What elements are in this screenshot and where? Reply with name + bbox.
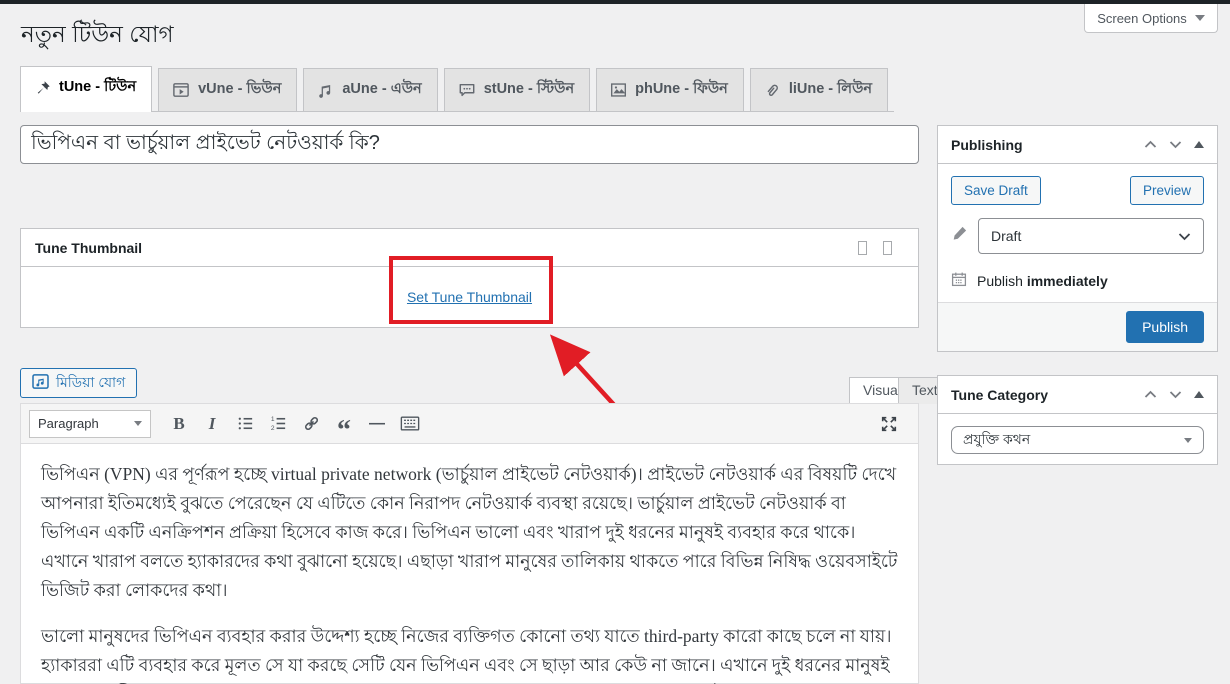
collapse-icon[interactable]: [1194, 391, 1204, 398]
link-button[interactable]: [296, 410, 326, 438]
publishing-footer: Publish: [938, 302, 1217, 351]
tab-liune[interactable]: liUne - লিউন: [749, 68, 889, 111]
editor-mode-tabs: Visual Text: [20, 377, 952, 404]
tune-category-panel: Tune Category প্রযুক্তি কথন: [937, 375, 1218, 465]
save-draft-button[interactable]: Save Draft: [951, 176, 1041, 205]
chevron-down-icon: [134, 421, 142, 426]
blockquote-button[interactable]: “: [329, 410, 359, 444]
publish-button[interactable]: Publish: [1126, 311, 1204, 343]
tab-aune[interactable]: aUne - এউন: [303, 68, 438, 111]
tune-thumbnail-metabox: Tune Thumbnail Set Tune Thumbnail: [20, 228, 919, 328]
editor-body[interactable]: ভিপিএন (VPN) এর পূর্ণরূপ হচ্ছে virtual p…: [21, 444, 918, 684]
tab-label: vUne - ভিউন: [198, 81, 282, 97]
panel-controls: [1144, 136, 1204, 154]
chat-icon: [458, 82, 476, 99]
tab-label: liUne - লিউন: [788, 81, 873, 97]
schedule-value: immediately: [1026, 272, 1108, 289]
tab-stune[interactable]: stUne - স্টিউন: [443, 68, 591, 111]
fullscreen-icon[interactable]: [874, 410, 904, 438]
move-down-icon[interactable]: [1169, 136, 1182, 154]
image-icon: [610, 82, 627, 98]
tune-category-header: Tune Category: [938, 376, 1217, 414]
tune-title-input[interactable]: [20, 125, 919, 164]
publishing-body: Save Draft Preview Draft Publish immedia…: [938, 164, 1217, 290]
admin-bar-edge: [0, 0, 1230, 4]
publishing-title: Publishing: [951, 136, 1023, 153]
panel-controls: [1144, 386, 1204, 404]
editor-toolbar: Paragraph B I 12 “ —: [21, 404, 918, 444]
tune-category-title: Tune Category: [951, 386, 1048, 403]
collapse-icon[interactable]: [1194, 141, 1204, 148]
move-up-icon[interactable]: [1144, 386, 1157, 404]
content-editor: Paragraph B I 12 “ — ভিপিএন (VPN) এর পূর…: [20, 403, 919, 684]
status-value: Draft: [991, 228, 1022, 244]
tab-label: aUne - এউন: [342, 81, 422, 97]
body-paragraph: ভিপিএন (VPN) এর পূর্ণরূপ হচ্ছে virtual p…: [41, 464, 898, 600]
move-down-icon[interactable]: [1169, 386, 1182, 404]
tab-vune[interactable]: vUne - ভিউন: [158, 68, 298, 111]
chevron-down-icon: [1184, 437, 1192, 443]
move-down-icon[interactable]: [883, 240, 892, 255]
add-new-tune-page: Screen Options নতুন টিউন যোগ tUne - টিউন…: [0, 0, 1230, 684]
status-select[interactable]: Draft: [978, 218, 1204, 254]
category-select[interactable]: প্রযুক্তি কথন: [951, 426, 1204, 454]
svg-text:2: 2: [270, 425, 274, 432]
numbered-list-button[interactable]: 12: [263, 410, 293, 438]
publishing-panel: Publishing Save Draft Preview Draft Publ…: [937, 125, 1218, 352]
publishing-header: Publishing: [938, 126, 1217, 164]
tab-label: phUne - ফিউন: [635, 81, 728, 97]
move-up-icon[interactable]: [1144, 136, 1157, 154]
tune-type-tabs: tUne - টিউন vUne - ভিউন aUne - এউন stUne…: [20, 66, 895, 112]
paperclip-icon: [764, 82, 781, 99]
video-icon: [172, 82, 190, 98]
schedule-prefix: Publish: [977, 272, 1023, 289]
tab-tune[interactable]: tUne - টিউন: [20, 66, 153, 112]
screen-options-label: Screen Options: [1097, 10, 1187, 26]
tune-thumbnail-body: Set Tune Thumbnail: [21, 267, 918, 327]
calendar-icon: [951, 271, 967, 290]
tab-phune[interactable]: phUne - ফিউন: [596, 68, 744, 111]
bullet-list-button[interactable]: [230, 410, 260, 438]
chevron-down-icon: [1178, 232, 1191, 240]
preview-button[interactable]: Preview: [1129, 176, 1204, 205]
bold-button[interactable]: B: [164, 410, 194, 438]
svg-text:1: 1: [270, 416, 274, 423]
horizontal-rule-button[interactable]: —: [362, 410, 392, 438]
tab-label: stUne - স্টিউন: [483, 81, 575, 97]
page-title: নতুন টিউন যোগ: [21, 21, 174, 47]
format-label: Paragraph: [38, 416, 99, 431]
italic-button[interactable]: I: [197, 410, 227, 438]
tab-label: tUne - টিউন: [59, 79, 137, 95]
paragraph-format-dropdown[interactable]: Paragraph: [29, 409, 151, 438]
schedule-row: Publish immediately: [951, 271, 1204, 290]
toolbar-toggle-button[interactable]: [395, 410, 425, 438]
move-up-icon[interactable]: [858, 240, 867, 255]
tune-thumbnail-title: Tune Thumbnail: [35, 239, 143, 256]
pencil-icon: [951, 225, 968, 247]
screen-options-button[interactable]: Screen Options: [1084, 4, 1218, 33]
body-paragraph: ভালো মানুষদের ভিপিএন ব্যবহার করার উদ্দেশ…: [41, 626, 892, 675]
category-value: প্রযুক্তি কথন: [963, 431, 1031, 447]
set-tune-thumbnail-link[interactable]: Set Tune Thumbnail: [407, 289, 532, 305]
tune-category-body: প্রযুক্তি কথন: [938, 414, 1217, 466]
pushpin-icon: [34, 80, 51, 97]
metabox-controls: [858, 240, 892, 255]
tune-thumbnail-header: Tune Thumbnail: [21, 229, 918, 267]
music-note-icon: [317, 82, 334, 99]
chevron-down-icon: [1194, 15, 1205, 21]
